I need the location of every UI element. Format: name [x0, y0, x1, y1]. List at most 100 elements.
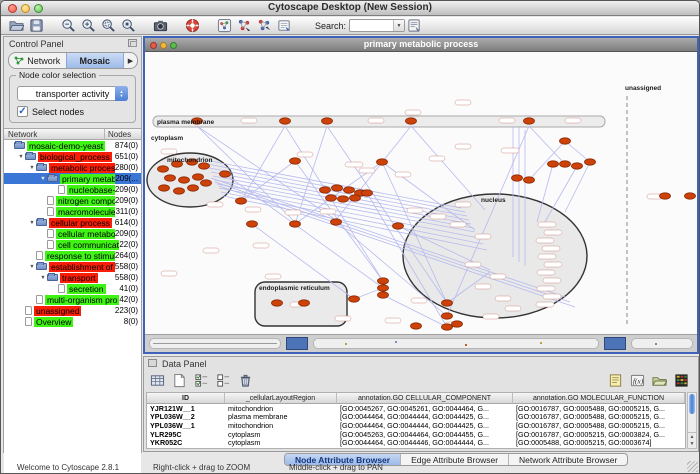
tab-network[interactable]: Network: [9, 53, 66, 68]
tree-row[interactable]: Overview 8(0): [4, 316, 141, 327]
search-settings-icon[interactable]: [405, 18, 423, 34]
minimap-slot: [631, 338, 693, 349]
tree-row[interactable]: ▼ establishment of lo558(0): [4, 261, 141, 272]
tree-row[interactable]: ▼primary metabo209(...: [4, 173, 141, 184]
tree-row[interactable]: ▼transport558(0): [4, 272, 141, 283]
table-row[interactable]: YLR295Ccytoplasm[GO:0045263, GO:0044464,…: [147, 430, 685, 439]
expand-arrow-icon[interactable]: ▼: [28, 220, 36, 226]
unselect-attributes-icon[interactable]: [214, 372, 233, 390]
node-label: [385, 318, 401, 323]
graph-node: [560, 138, 571, 144]
attribute-table-icon[interactable]: [148, 372, 167, 390]
annotation-icon[interactable]: [275, 18, 293, 34]
col-cellular-component[interactable]: annotation.GO CELLULAR_COMPONENT: [337, 393, 513, 403]
heatmap-icon[interactable]: [672, 372, 691, 390]
scrollbar-thumb[interactable]: [689, 394, 695, 414]
stepper-arrows-icon[interactable]: ▲▼: [115, 86, 128, 101]
col-id[interactable]: ID: [147, 393, 225, 403]
zoom-selected-icon[interactable]: [99, 18, 117, 34]
function-builder-icon[interactable]: f(x): [628, 372, 647, 390]
tree-row[interactable]: ▼metabolic process280(0): [4, 162, 141, 173]
tree-row[interactable]: response to stimul264(0): [4, 250, 141, 261]
tree-row[interactable]: unassigned223(0): [4, 305, 141, 316]
new-attribute-icon[interactable]: [170, 372, 189, 390]
tree-col-nodes[interactable]: Nodes: [105, 130, 141, 139]
expand-arrow-icon[interactable]: ▼: [28, 165, 36, 171]
more-tabs-arrow-icon[interactable]: ▶: [124, 57, 137, 65]
chevron-down-icon[interactable]: ▼: [393, 20, 404, 31]
float-panel-icon[interactable]: [128, 39, 137, 47]
zoom-in-icon[interactable]: [79, 18, 97, 34]
tree-row[interactable]: nucleobase-209(0): [4, 184, 141, 195]
scrollbar-arrows[interactable]: ▲▼: [688, 432, 696, 448]
node-label: [411, 298, 427, 303]
tree-row[interactable]: secretion41(0): [4, 283, 141, 294]
attribute-table-body: YJR121W__1mitochondrion[GO:0045267, GO:0…: [147, 404, 685, 449]
tree-row[interactable]: mosaic-demo-yeast874(0): [4, 140, 141, 151]
tree-row[interactable]: ▼biological_process651(0): [4, 151, 141, 162]
table-scrollbar[interactable]: ▲▼: [687, 392, 697, 449]
resize-grip[interactable]: [687, 461, 698, 472]
node-label: [538, 222, 556, 227]
open-folder-icon[interactable]: [7, 18, 25, 34]
tree-row[interactable]: ▼cellular process614(0): [4, 217, 141, 228]
table-row[interactable]: YPL036W__1mitochondrion[GO:0044464, GO:0…: [147, 421, 685, 430]
birdseye-view-icon[interactable]: [215, 18, 233, 34]
table-row[interactable]: YJR121W__1mitochondrion[GO:0045267, GO:0…: [147, 404, 685, 413]
save-icon[interactable]: [27, 18, 45, 34]
col-region[interactable]: _cellularLayoutRegion: [225, 393, 337, 403]
table-row[interactable]: YKR052Ccytoplasm[GO:0044464, GO:0044446,…: [147, 438, 685, 447]
node-color-dropdown[interactable]: transporter activity ▲▼: [17, 86, 128, 101]
node-label: [345, 162, 363, 167]
minimap-viewport-icon[interactable]: [604, 337, 626, 350]
select-attributes-icon[interactable]: [192, 372, 211, 390]
expand-arrow-icon[interactable]: ▼: [17, 154, 25, 160]
zoom-out-icon[interactable]: [59, 18, 77, 34]
zoom-fit-icon[interactable]: [119, 18, 137, 34]
float-panel-icon[interactable]: [148, 359, 157, 367]
help-icon[interactable]: [183, 18, 201, 34]
delete-attribute-icon[interactable]: [236, 372, 255, 390]
node-label: [161, 271, 177, 276]
graph-node: [159, 185, 170, 191]
status-welcome: Welcome to Cytoscape 2.8.1: [17, 463, 119, 472]
snapshot-icon[interactable]: [151, 18, 169, 34]
node-label: [368, 118, 384, 123]
expand-arrow-icon[interactable]: ▼: [39, 176, 47, 182]
show-graphics-icon[interactable]: [255, 18, 273, 34]
import-attributes-icon[interactable]: [650, 372, 669, 390]
expand-arrow-icon[interactable]: ▼: [28, 264, 36, 270]
node-label: [297, 152, 313, 157]
tree-row-label: Overview: [34, 317, 73, 327]
tree-row-node-count: 311(0): [115, 207, 141, 216]
tree-row-label: nitrogen compo: [56, 196, 115, 206]
tree-row-label: cellular metabo: [56, 229, 115, 239]
table-row[interactable]: YDR039C__1mitochondrion[GO:0044464, GO:0…: [147, 447, 685, 449]
network-canvas[interactable]: plasma membranecytoplasmmitochondrionnuc…: [145, 52, 697, 334]
status-bar: Welcome to Cytoscape 2.8.1 Right-click +…: [1, 464, 699, 473]
hide-graphics-icon[interactable]: [235, 18, 253, 34]
graph-node: [299, 300, 310, 306]
network-tree-header: Network Nodes: [4, 128, 141, 140]
tree-row[interactable]: cellular metabo209(0): [4, 228, 141, 239]
col-molecular-function[interactable]: annotation.GO MOLECULAR_FUNCTION: [513, 393, 685, 403]
node-label: [499, 118, 515, 123]
tab-mosaic[interactable]: Mosaic: [66, 53, 125, 68]
tree-row-node-count: 558(0): [115, 262, 141, 271]
notes-icon[interactable]: [606, 372, 625, 390]
select-nodes-checkbox[interactable]: ✓: [17, 106, 28, 117]
tree-row[interactable]: cell communicat22(0): [4, 239, 141, 250]
tree-row[interactable]: multi-organism pro42(0): [4, 294, 141, 305]
minimap-viewport-icon[interactable]: [286, 337, 308, 350]
tree-row-node-count: 8(0): [124, 317, 141, 326]
graph-node: [411, 323, 422, 329]
tree-row[interactable]: nitrogen compo209(0): [4, 195, 141, 206]
tree-row[interactable]: macromolecule311(0): [4, 206, 141, 217]
network-view-titlebar[interactable]: primary metabolic process: [145, 38, 697, 52]
tree-col-network[interactable]: Network: [4, 129, 105, 139]
search-input[interactable]: ▼: [349, 19, 405, 32]
tree-row-label: establishment of lo: [49, 262, 115, 272]
table-row[interactable]: YPL036W__2plasma membrane[GO:0044464, GO…: [147, 413, 685, 422]
window-titlebar[interactable]: Cytoscape Desktop (New Session): [1, 1, 699, 16]
expand-arrow-icon[interactable]: ▼: [39, 275, 47, 281]
